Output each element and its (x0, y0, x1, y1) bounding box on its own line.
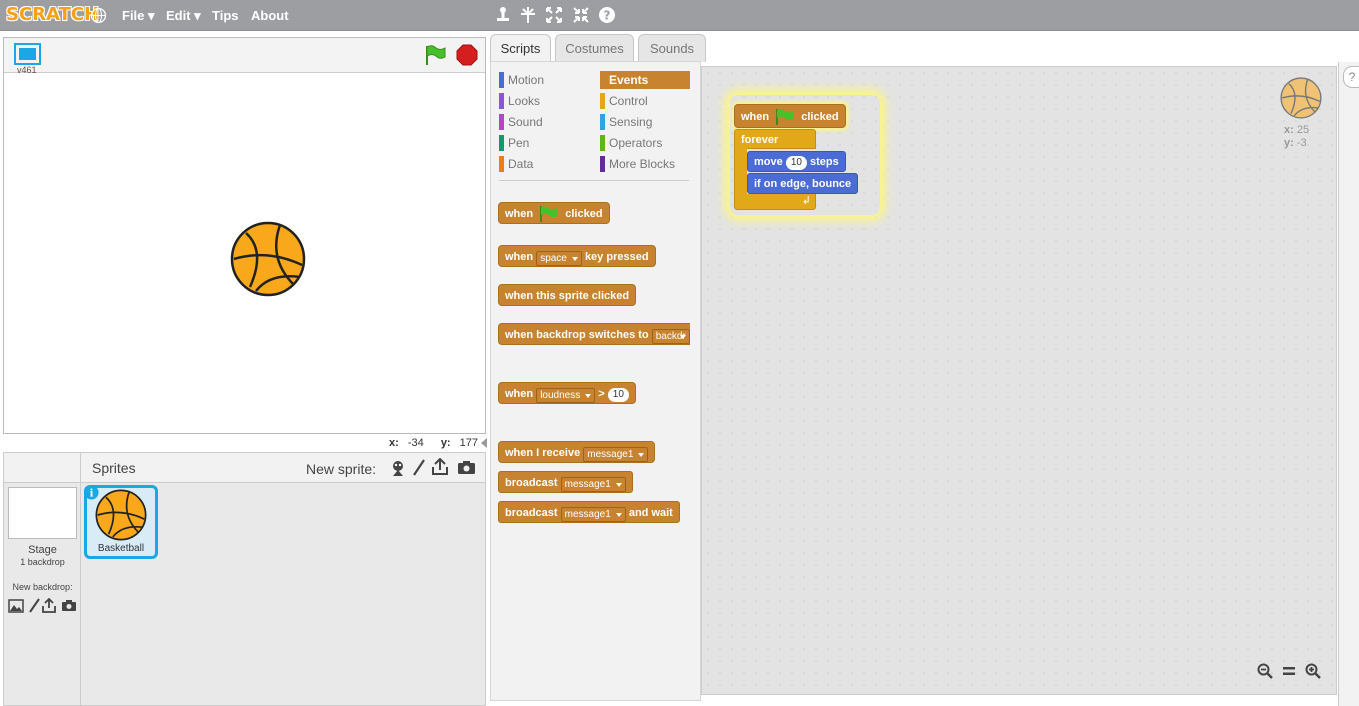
upload-backdrop-icon[interactable] (41, 597, 57, 616)
block-when-flag-clicked[interactable]: when clicked (498, 194, 610, 224)
choose-sprite-library-icon[interactable] (389, 459, 407, 480)
block-when-i-receive[interactable]: when I receive message1 (498, 433, 656, 463)
basketball-sprite[interactable] (230, 221, 306, 300)
block-when-sprite-clicked[interactable]: when this sprite clicked (498, 276, 637, 306)
mouse-coordinates: x: -34 y: 177 (389, 437, 479, 449)
version-label: v461 (17, 65, 37, 75)
category-motion[interactable]: Motion (499, 71, 591, 89)
key-dropdown[interactable]: space (536, 251, 582, 266)
category-operators[interactable]: Operators (600, 134, 695, 152)
green-flag-icon (776, 109, 794, 126)
backdrop-dropdown[interactable]: backdr (651, 329, 690, 344)
sprite-thumbnail (95, 489, 147, 544)
sprite-tile-basketball[interactable]: i Basketball (84, 485, 158, 559)
stage-header: v461 (4, 38, 485, 75)
svg-text:?: ? (604, 9, 611, 23)
zoom-out-icon[interactable] (1254, 663, 1276, 683)
block-when-loudness[interactable]: when loudness > 10 (498, 374, 636, 404)
script-if-on-edge-bounce[interactable]: if on edge, bounce (747, 173, 859, 194)
category-more-blocks[interactable]: More Blocks (600, 155, 695, 173)
loudness-dropdown[interactable]: loudness (536, 388, 596, 403)
category-events[interactable]: Events (600, 71, 690, 89)
zoom-controls (1254, 663, 1326, 685)
cut-icon[interactable] (520, 6, 536, 27)
green-flag-icon (540, 206, 558, 223)
broadcast-wait-message-dropdown[interactable]: message1 (560, 507, 626, 522)
current-sprite-thumbnail (1280, 77, 1322, 122)
menu-tips[interactable]: Tips (212, 8, 239, 23)
stage[interactable]: v461 (3, 37, 486, 434)
zoom-reset-icon[interactable] (1278, 663, 1300, 683)
category-sound[interactable]: Sound (499, 113, 591, 131)
script-when-flag-clicked[interactable]: when clicked (734, 96, 846, 128)
block-palette: Motion Looks Sound Pen Data Events Contr… (490, 61, 701, 701)
svg-text:i: i (90, 489, 94, 500)
upload-sprite-icon[interactable] (431, 457, 449, 479)
category-sensing[interactable]: Sensing (600, 113, 695, 131)
green-flag-icon[interactable] (424, 44, 448, 69)
tab-costumes[interactable]: Costumes (555, 34, 634, 62)
collapse-stage-arrow-icon[interactable] (480, 437, 488, 452)
sprites-header: Sprites New sprite: (81, 453, 485, 483)
menu-bar: SCRATCH File ▾ Edit ▾ Tips About ? (0, 0, 1359, 31)
globe-icon[interactable] (90, 7, 107, 27)
receive-message-dropdown[interactable]: message1 (583, 447, 649, 462)
stage-column: Stage 1 backdrop New backdrop: (4, 453, 81, 705)
zoom-in-icon[interactable] (1302, 663, 1324, 683)
shrink-icon[interactable] (572, 6, 590, 27)
menu-about[interactable]: About (251, 8, 289, 23)
new-backdrop-label: New backdrop: (12, 582, 73, 592)
stage-label: Stage (28, 544, 57, 556)
stop-icon[interactable] (456, 44, 478, 69)
block-broadcast[interactable]: broadcast message1 (498, 471, 633, 493)
block-when-key-pressed[interactable]: when space key pressed (498, 237, 656, 267)
help-icon[interactable]: ? (598, 6, 616, 27)
backdrop-count: 1 backdrop (20, 557, 65, 567)
sprite-position: x: 25 y: -3 (1284, 124, 1310, 149)
paint-backdrop-library-icon[interactable] (8, 599, 24, 616)
move-steps-input[interactable]: 10 (785, 156, 807, 170)
block-when-backdrop-switches[interactable]: when backdrop switches to backdr (498, 315, 690, 345)
menu-file[interactable]: File ▾ (122, 8, 155, 24)
camera-sprite-icon[interactable] (457, 460, 476, 478)
stage-thumbnail[interactable] (8, 487, 77, 539)
new-sprite-label: New sprite: (306, 461, 377, 477)
sprite-name: Basketball (97, 543, 145, 554)
block-broadcast-and-wait[interactable]: broadcast message1 and wait (498, 501, 680, 523)
grow-icon[interactable] (545, 6, 563, 27)
sprites-pane: Stage 1 backdrop New backdrop: Sprites N… (3, 452, 486, 706)
loop-arrow-icon: ↲ (801, 195, 811, 207)
sprites-title: Sprites (92, 460, 136, 476)
help-tab-icon[interactable]: ? (1343, 66, 1359, 88)
category-looks[interactable]: Looks (499, 92, 591, 110)
tab-scripts[interactable]: Scripts (490, 34, 551, 62)
paint-backdrop-brush-icon[interactable] (28, 598, 40, 617)
scripts-area[interactable]: when clicked forever ↲ move 10 steps if … (701, 66, 1337, 695)
category-data[interactable]: Data (499, 155, 591, 173)
broadcast-message-dropdown[interactable]: message1 (560, 477, 626, 492)
camera-backdrop-icon[interactable] (61, 599, 77, 615)
tab-sounds[interactable]: Sounds (638, 34, 706, 62)
script-forever-block[interactable]: forever (734, 129, 816, 149)
loudness-number-input[interactable]: 10 (607, 388, 629, 402)
paint-sprite-brush-icon[interactable] (412, 459, 426, 480)
menu-edit[interactable]: Edit ▾ (166, 8, 201, 24)
duplicate-icon[interactable] (495, 6, 511, 27)
category-control[interactable]: Control (600, 92, 695, 110)
script-move-steps[interactable]: move 10 steps (747, 151, 846, 172)
scratch-logo[interactable]: SCRATCH (6, 4, 99, 25)
help-strip: ? (1338, 62, 1359, 706)
category-pen[interactable]: Pen (499, 134, 591, 152)
